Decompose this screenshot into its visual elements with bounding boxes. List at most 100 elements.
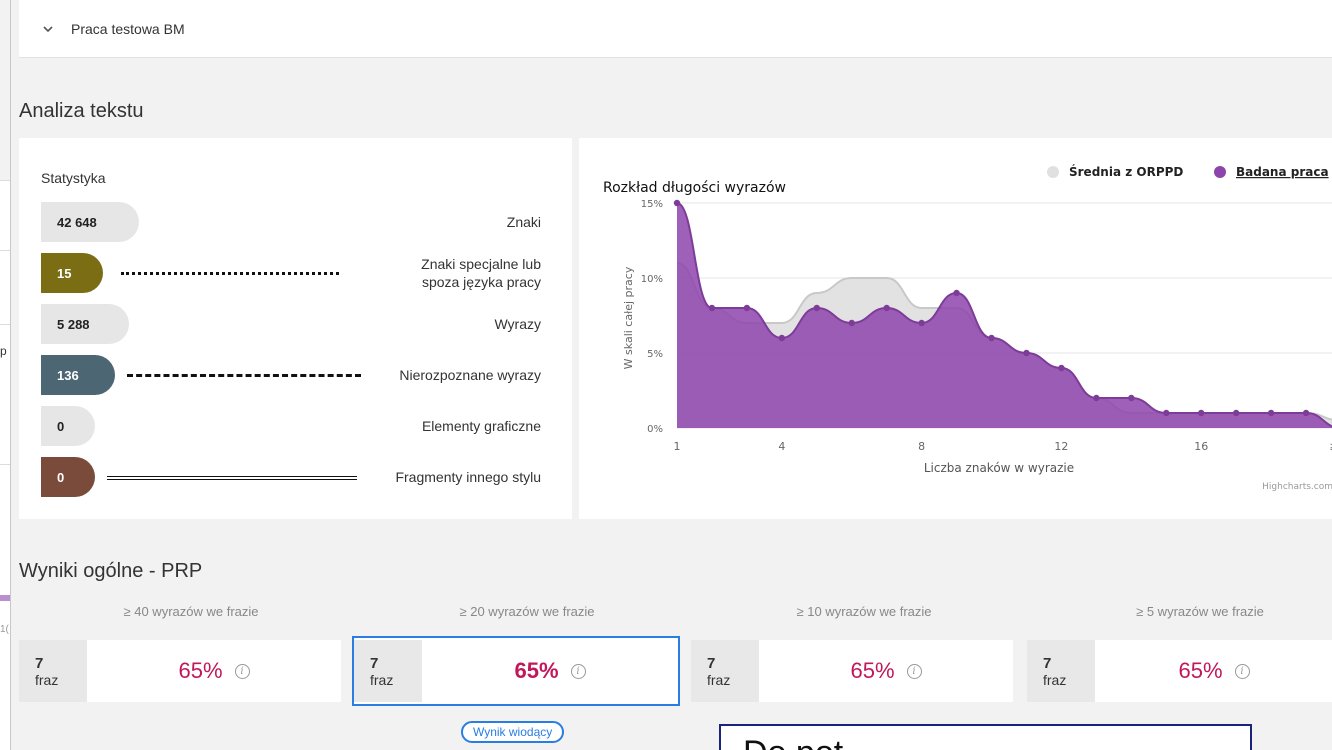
phrase-count-unit: fraz	[1043, 671, 1067, 688]
word-length-chart-card: 0%5%10%15%1481216≥20 Rozkład długości wy…	[579, 138, 1332, 519]
phrase-count-unit: fraz	[707, 671, 731, 688]
stat-value-pill: 5 288	[41, 304, 129, 344]
word-length-chart: 0%5%10%15%1481216≥20 Rozkład długości wy…	[603, 164, 1332, 492]
result-header: ≥ 40 wyrazów we frazie	[123, 604, 259, 619]
info-icon[interactable]: i	[1234, 663, 1250, 679]
stat-row-characters: 42 648 Znaki	[41, 202, 541, 242]
stat-label: Wyrazy	[494, 316, 541, 332]
result-percent-wrap: 65% i	[1095, 640, 1332, 702]
result-header: ≥ 20 wyrazów we frazie	[459, 604, 595, 619]
data-point	[1198, 409, 1205, 417]
data-point	[1163, 409, 1170, 417]
stat-label: Elementy graficzne	[421, 418, 541, 434]
background-text: 1(	[0, 624, 9, 635]
phrase-count: 7 fraz	[691, 640, 759, 702]
chart-y-tick-label: 15%	[641, 199, 663, 210]
phrase-count-value: 7	[35, 654, 44, 672]
phrase-count-unit: fraz	[35, 671, 59, 688]
result-percent-wrap: 65% i	[87, 640, 341, 702]
phrase-count-unit: fraz	[370, 671, 394, 688]
legend-marker-average	[1047, 166, 1059, 178]
data-point	[1023, 349, 1030, 357]
chart-legend[interactable]: Średnia z ORPPD Badana praca	[1047, 164, 1329, 179]
stat-row-unrecognized-words[interactable]: 136 Nierozpoznane wyrazy	[41, 355, 541, 395]
main-window: Praca testowa BM Analiza tekstu Statysty…	[10, 0, 1332, 750]
phrase-count: 7 fraz	[19, 640, 87, 702]
result-box-leading[interactable]: 7 fraz 65% i	[352, 636, 680, 706]
stat-label: Znaki	[506, 214, 541, 230]
chart-x-tick-label: 16	[1194, 440, 1208, 453]
result-percent: 65%	[178, 658, 223, 683]
phrase-count-value: 7	[707, 654, 716, 672]
phrase-count-value: 7	[370, 654, 379, 672]
series-area-examined	[677, 203, 1332, 428]
chart-title: Rozkład długości wyrazów	[603, 180, 786, 196]
chart-x-tick-label: 1	[674, 440, 681, 453]
data-point	[883, 304, 890, 312]
data-point	[743, 304, 751, 312]
info-icon[interactable]: i	[570, 663, 586, 679]
info-icon[interactable]: i	[906, 663, 922, 679]
leading-result-badge: Wynik wiodący	[461, 721, 565, 743]
data-point	[1128, 394, 1135, 402]
result-percent: 65%	[1178, 658, 1223, 683]
chart-y-tick-label: 5%	[647, 349, 663, 360]
info-icon[interactable]: i	[234, 663, 250, 679]
chart-x-tick-label: 8	[918, 440, 925, 453]
stat-row-other-style-fragments[interactable]: 0 Fragmenty innego stylu	[41, 457, 541, 497]
chart-y-tick-label: 10%	[641, 274, 663, 285]
stat-label: Nierozpoznane wyrazy	[399, 367, 541, 383]
stat-row-words: 5 288 Wyrazy	[41, 304, 541, 344]
stat-label: Znaki specjalne lub spoza języka pracy	[421, 256, 541, 290]
chart-x-tick-label: 12	[1054, 440, 1068, 453]
statistics-title: Statystyka	[41, 170, 106, 186]
result-box[interactable]: 7 fraz 65% i	[1027, 640, 1332, 702]
legend-marker-examined	[1214, 166, 1226, 178]
stat-value-pill: 15	[41, 253, 103, 293]
phrase-count-value: 7	[1043, 654, 1052, 672]
overlay-tooltip: Do pot	[719, 724, 1252, 750]
statistics-card: Statystyka 42 648 Znaki 15 Znaki specjal…	[19, 138, 572, 519]
chart-x-tick-label: 4	[778, 440, 785, 453]
stat-value-pill: 136	[41, 355, 115, 395]
data-point	[918, 319, 925, 327]
stat-value-pill: 0	[41, 406, 95, 446]
chart-x-axis-label: Liczba znaków w wyrazie	[924, 461, 1074, 475]
data-point	[1267, 409, 1275, 417]
legend-item-average[interactable]: Średnia z ORPPD	[1069, 164, 1183, 179]
section-title-results: Wyniki ogólne - PRP	[19, 560, 203, 582]
dotted-legend-line	[121, 272, 339, 275]
chevron-down-icon[interactable]	[41, 22, 55, 36]
data-point	[953, 289, 960, 297]
panel-title: Praca testowa BM	[71, 20, 185, 37]
stat-label: Fragmenty innego stylu	[395, 469, 541, 485]
chart-credits: Highcharts.com	[1262, 482, 1332, 492]
section-title-analysis: Analiza tekstu	[19, 100, 144, 122]
chart-y-axis-label: W skali całej pracy	[622, 266, 635, 369]
double-legend-line	[107, 476, 357, 480]
result-header: ≥ 10 wyrazów we frazie	[796, 604, 932, 619]
data-point	[1302, 409, 1310, 417]
stat-row-special-characters[interactable]: 15 Znaki specjalne lub spoza języka prac…	[41, 253, 541, 293]
result-box[interactable]: 7 fraz 65% i	[19, 640, 341, 702]
result-box[interactable]: 7 fraz 65% i	[691, 640, 1013, 702]
phrase-count: 7 fraz	[354, 640, 422, 702]
data-point	[1093, 394, 1100, 402]
result-header: ≥ 5 wyrazów we frazie	[1136, 604, 1264, 619]
data-point	[848, 319, 855, 327]
stat-value-pill: 42 648	[41, 202, 139, 242]
result-percent-wrap: 65% i	[422, 640, 678, 702]
stat-value-pill: 0	[41, 457, 95, 497]
data-point	[708, 304, 716, 312]
collapsible-panel-header[interactable]: Praca testowa BM	[19, 0, 1332, 58]
data-point	[813, 304, 820, 312]
stat-row-graphic-elements: 0 Elementy graficzne	[41, 406, 541, 446]
chart-y-tick-label: 0%	[647, 424, 663, 435]
background-text: p	[0, 344, 7, 358]
data-point	[1232, 409, 1240, 417]
dashed-legend-line	[127, 374, 361, 377]
result-percent-wrap: 65% i	[759, 640, 1013, 702]
data-point	[988, 334, 995, 342]
legend-item-examined[interactable]: Badana praca	[1236, 165, 1329, 179]
data-point	[778, 334, 786, 342]
